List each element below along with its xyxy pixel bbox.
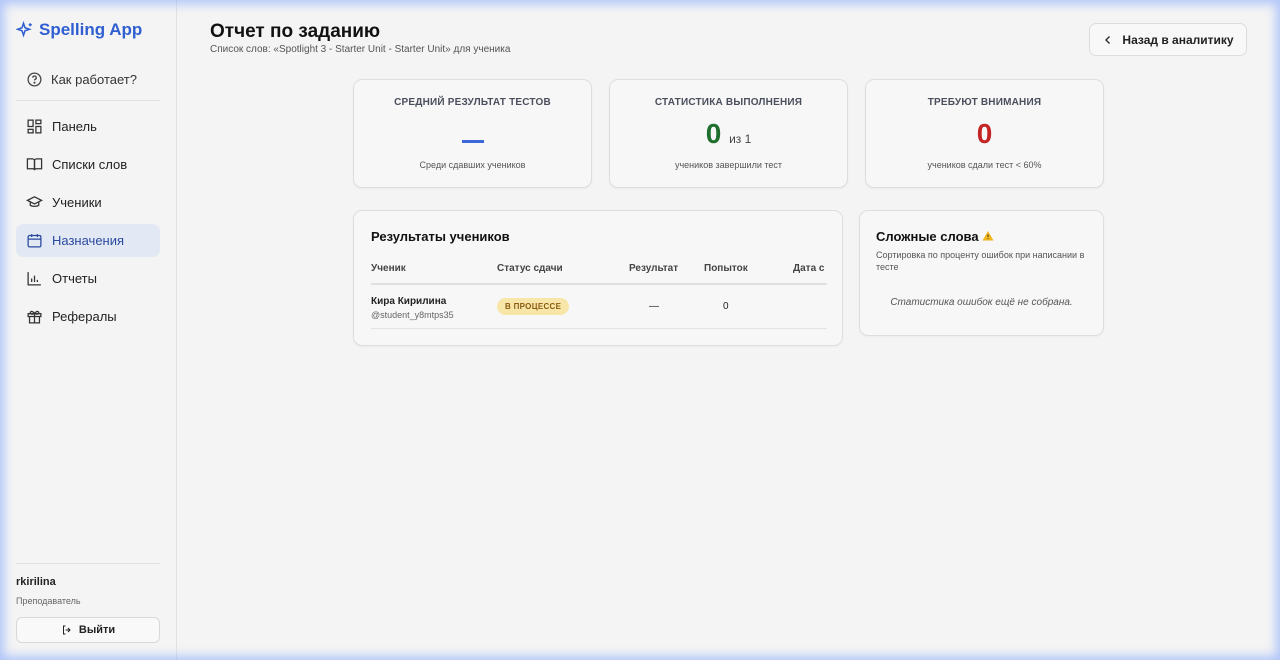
status-badge: В ПРОЦЕССЕ (497, 298, 570, 315)
user-name: rkirilina (16, 576, 56, 588)
avg-score-label: СРЕДНИЙ РЕЗУЛЬТАТ ТЕСТОВ (394, 97, 551, 108)
col-result[interactable]: Результат (629, 263, 678, 274)
avg-score-caption: Среди сдавших учеников (419, 160, 526, 170)
col-attempts[interactable]: Попыток (704, 263, 748, 274)
warning-icon (982, 231, 994, 241)
attention-value: 0 (976, 118, 993, 149)
sidebar-item-label: Рефералы (52, 309, 117, 324)
student-cell: Кира Кирилина @student_y8mtps35 (371, 296, 454, 320)
hard-words-title: Сложные слова (876, 229, 994, 244)
user-role: Преподаватель (16, 596, 81, 606)
student-username: @student_y8mtps35 (371, 310, 454, 320)
sparkle-icon (16, 21, 32, 38)
help-circle-icon (27, 71, 42, 87)
status-cell: В ПРОЦЕССЕ (497, 298, 570, 315)
result-cell: — (649, 301, 659, 312)
sidebar-item-label: Панель (52, 119, 97, 134)
sidebar-item-assignments[interactable]: Назначения (16, 224, 160, 257)
bar-chart-icon (27, 272, 41, 286)
sidebar-divider (16, 100, 160, 101)
attempts-cell: 0 (723, 301, 729, 312)
sidebar-item-students[interactable]: Ученики (16, 186, 160, 219)
how-it-works-label: Как работает? (51, 71, 137, 87)
page-subtitle: Список слов: «Spotlight 3 - Starter Unit… (210, 44, 511, 55)
col-status[interactable]: Статус сдачи (497, 263, 563, 274)
avg-score-value (354, 118, 591, 150)
app-logo[interactable]: Spelling App (16, 20, 142, 40)
attention-card: ТРЕБУЮТ ВНИМАНИЯ 0 учеников сдали тест <… (865, 79, 1104, 188)
hard-words-card: Сложные слова Сортировка по проценту оши… (859, 210, 1104, 336)
logout-button[interactable]: Выйти (16, 617, 160, 643)
student-name: Кира Кирилина (371, 296, 447, 307)
sidebar-item-label: Назначения (52, 233, 125, 248)
results-table-header: Ученик Статус сдачи Результат Попыток Да… (371, 263, 827, 285)
page-title: Отчет по заданию (210, 21, 381, 42)
sidebar-item-reports[interactable]: Отчеты (16, 262, 160, 295)
back-label: Назад в аналитику (1122, 32, 1234, 47)
logout-icon (62, 625, 71, 635)
attention-caption: учеников сдали тест < 60% (927, 160, 1042, 170)
attention-label: ТРЕБУЮТ ВНИМАНИЯ (927, 97, 1042, 108)
sidebar-item-dashboard[interactable]: Панель (16, 110, 160, 143)
completion-value-row: 0 из 1 (610, 118, 847, 150)
sidebar-item-label: Отчеты (52, 271, 97, 286)
book-icon (26, 158, 43, 171)
back-to-analytics-button[interactable]: Назад в аналитику (1089, 23, 1247, 56)
chevron-left-icon (1105, 35, 1111, 44)
sidebar-item-word-lists[interactable]: Списки слов (16, 148, 160, 181)
empty-value-dash (461, 140, 484, 143)
avg-score-card: СРЕДНИЙ РЕЗУЛЬТАТ ТЕСТОВ Среди сдавших у… (353, 79, 592, 188)
student-results-card: Результаты учеников Ученик Статус сдачи … (353, 210, 843, 346)
dashboard-icon (27, 119, 42, 134)
sidebar-item-referrals[interactable]: Рефералы (16, 300, 160, 333)
gift-icon (27, 310, 42, 324)
completion-label: СТАТИСТИКА ВЫПОЛНЕНИЯ (654, 97, 803, 108)
results-title: Результаты учеников (371, 229, 510, 244)
completion-caption: учеников завершили тест (674, 160, 782, 170)
app-name: Spelling App (39, 20, 143, 39)
table-row[interactable]: Кира Кирилина @student_y8mtps35 В ПРОЦЕС… (371, 287, 827, 329)
how-it-works-link[interactable]: Как работает? (16, 66, 160, 92)
graduation-cap-icon (26, 196, 43, 208)
logout-label: Выйти (78, 624, 116, 636)
sidebar-nav: Панель Списки слов Ученики Назначения От… (16, 110, 160, 338)
col-date[interactable]: Дата с (793, 263, 824, 274)
sidebar-item-label: Списки слов (52, 157, 128, 172)
sidebar-item-label: Ученики (52, 195, 102, 210)
calendar-icon (27, 234, 42, 248)
hard-words-empty-state: Статистика ошибок ещё не собрана. (890, 297, 1073, 308)
sidebar: Spelling App Как работает? Панель Списки… (0, 0, 177, 660)
completion-card: СТАТИСТИКА ВЫПОЛНЕНИЯ 0 из 1 учеников за… (609, 79, 848, 188)
completion-total: из 1 (729, 132, 752, 146)
sidebar-divider (16, 563, 160, 564)
completion-value: 0 (705, 118, 722, 149)
hard-words-description: Сортировка по проценту ошибок при написа… (876, 250, 1085, 272)
col-student[interactable]: Ученик (371, 263, 406, 274)
